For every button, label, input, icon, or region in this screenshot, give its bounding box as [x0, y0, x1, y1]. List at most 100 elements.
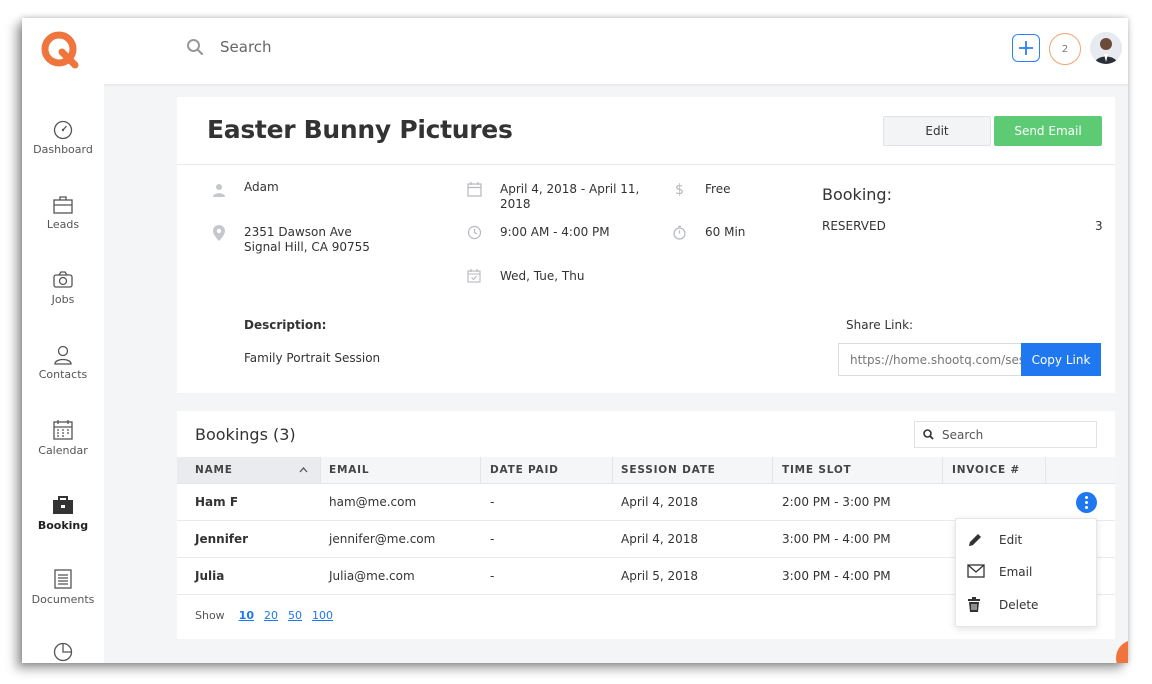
sidebar: Dashboard Leads Jobs Contacts Calendar B…: [22, 84, 104, 663]
date-range-line-2: 2018: [500, 197, 531, 211]
cell-name: Jennifer: [195, 532, 249, 546]
calendar-icon: [53, 420, 73, 440]
trash-icon: [968, 597, 980, 612]
cell-email: jennifer@me.com: [329, 532, 436, 546]
sidebar-item-reports[interactable]: [22, 641, 104, 663]
row-actions-menu: Edit Email Delete: [955, 518, 1097, 627]
sidebar-item-dashboard[interactable]: Dashboard: [22, 120, 104, 156]
help-chat-button[interactable]: [1116, 640, 1128, 663]
search-icon: [923, 429, 934, 440]
sidebar-item-label: Leads: [46, 218, 80, 231]
notification-badge[interactable]: 2: [1049, 33, 1081, 65]
send-email-button[interactable]: Send Email: [994, 116, 1102, 146]
table-row[interactable]: Ham F ham@me.com - April 4, 2018 2:00 PM…: [177, 484, 1115, 521]
column-header-time-slot[interactable]: TIME SLOT: [782, 457, 852, 483]
column-header-name[interactable]: NAME: [195, 457, 233, 483]
calendar-icon: [467, 182, 482, 197]
date-range: April 4, 2018 - April 11, 2018: [500, 182, 639, 212]
page-size-20[interactable]: 20: [264, 609, 278, 622]
pie-chart-icon: [53, 642, 73, 662]
cell-time-slot: 3:00 PM - 4:00 PM: [782, 532, 891, 546]
sidebar-item-label: Booking: [37, 519, 89, 532]
cell-session-date: April 5, 2018: [621, 569, 699, 583]
sidebar-item-jobs[interactable]: Jobs: [22, 270, 104, 306]
search-icon: [187, 39, 204, 56]
page-size-10[interactable]: 10: [239, 609, 254, 622]
sidebar-item-label: Dashboard: [33, 143, 93, 156]
column-header-session-date[interactable]: SESSION DATE: [621, 457, 716, 483]
menu-item-label: Email: [999, 565, 1033, 579]
address: 2351 Dawson Ave Signal Hill, CA 90755: [244, 225, 370, 255]
cell-date-paid: -: [490, 569, 495, 583]
booking-heading: Booking:: [822, 185, 892, 204]
person-icon: [213, 184, 225, 197]
sort-ascending-icon[interactable]: [299, 466, 308, 473]
booking-status: RESERVED: [822, 219, 886, 233]
user-avatar[interactable]: [1090, 32, 1122, 64]
page-size-100[interactable]: 100: [312, 609, 333, 622]
cell-session-date: April 4, 2018: [621, 495, 699, 509]
stopwatch-icon: [673, 225, 686, 240]
envelope-icon: [967, 564, 985, 578]
page-size-selector: Show 10 20 50 100: [195, 609, 333, 622]
cell-time-slot: 3:00 PM - 4:00 PM: [782, 569, 891, 583]
add-button[interactable]: [1012, 34, 1040, 62]
sidebar-item-label: Calendar: [38, 444, 88, 457]
clock-icon: [467, 225, 482, 240]
divider: [177, 164, 1115, 165]
column-header-invoice[interactable]: INVOICE #: [952, 457, 1020, 483]
session-days: Wed, Tue, Thu: [500, 269, 585, 283]
sidebar-item-documents[interactable]: Documents: [22, 568, 104, 606]
menu-item-edit[interactable]: Edit: [956, 526, 1098, 554]
sidebar-item-booking[interactable]: Booking: [22, 494, 104, 532]
copy-link-button[interactable]: Copy Link: [1021, 343, 1101, 376]
bookings-title: Bookings (3): [195, 425, 296, 444]
sidebar-item-calendar[interactable]: Calendar: [22, 419, 104, 457]
cell-email: Julia@me.com: [329, 569, 415, 583]
global-search[interactable]: Search: [186, 38, 272, 56]
pencil-icon: [969, 534, 981, 546]
row-actions-button[interactable]: [1076, 492, 1097, 513]
cell-name: Ham F: [195, 495, 239, 509]
price: Free: [705, 182, 731, 196]
dashboard-icon: [53, 120, 73, 140]
sidebar-item-label: Contacts: [38, 368, 88, 381]
address-line-2: Signal Hill, CA 90755: [244, 240, 370, 254]
camera-icon: [53, 271, 73, 288]
svg-text:$: $: [675, 182, 684, 197]
top-bar: Search 2: [22, 18, 1128, 84]
edit-button[interactable]: Edit: [883, 116, 991, 146]
cell-date-paid: -: [490, 495, 495, 509]
description-label: Description:: [244, 318, 327, 332]
shootq-logo[interactable]: [38, 28, 82, 72]
calendar-check-icon: [467, 269, 481, 283]
booking-briefcase-icon: [53, 496, 73, 514]
location-pin-icon: [213, 225, 225, 241]
bookings-search-input[interactable]: Search: [914, 421, 1097, 448]
menu-item-label: Edit: [999, 533, 1023, 547]
app-window: Search 2 Dashboard Leads Jobs Contacts C…: [22, 18, 1128, 663]
sidebar-item-label: Documents: [31, 593, 95, 606]
time-range: 9:00 AM - 4:00 PM: [500, 225, 610, 239]
contact-name: Adam: [244, 180, 279, 194]
sidebar-item-leads[interactable]: Leads: [22, 195, 104, 231]
share-link-label: Share Link:: [846, 318, 914, 332]
show-label: Show: [195, 609, 225, 622]
cell-time-slot: 2:00 PM - 3:00 PM: [782, 495, 891, 509]
table-header: NAME EMAIL DATE PAID SESSION DATE TIME S…: [177, 457, 1115, 484]
cell-name: Julia: [195, 569, 225, 583]
address-line-1: 2351 Dawson Ave: [244, 225, 352, 239]
sidebar-item-contacts[interactable]: Contacts: [22, 345, 104, 381]
column-header-date-paid[interactable]: DATE PAID: [490, 457, 559, 483]
page-size-50[interactable]: 50: [288, 609, 302, 622]
menu-item-label: Delete: [999, 598, 1039, 612]
search-placeholder: Search: [220, 38, 272, 56]
menu-item-delete[interactable]: Delete: [956, 591, 1098, 619]
sidebar-item-label: Jobs: [51, 293, 75, 306]
column-header-email[interactable]: EMAIL: [329, 457, 369, 483]
page-title: Easter Bunny Pictures: [207, 115, 513, 144]
description-text: Family Portrait Session: [244, 351, 381, 365]
briefcase-icon: [53, 196, 73, 214]
share-link-field[interactable]: https://home.shootq.com/sess: [838, 343, 1021, 376]
menu-item-email[interactable]: Email: [956, 558, 1098, 586]
